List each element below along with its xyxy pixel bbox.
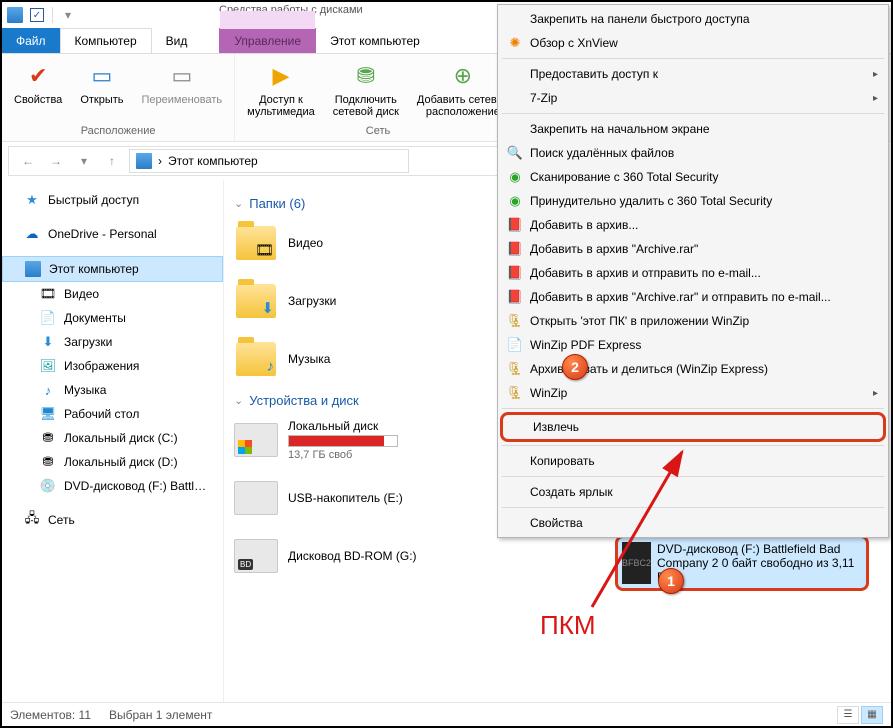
sidebar-dvd[interactable]: 💿DVD-дисковод (F:) Battlefield Bad Compa… bbox=[2, 474, 223, 498]
nav-back-icon[interactable]: ← bbox=[17, 150, 39, 172]
ctx-share[interactable]: Предоставить доступ к bbox=[500, 62, 886, 86]
ribbon-rename[interactable]: ▭Переименовать bbox=[138, 58, 227, 123]
system-icon[interactable] bbox=[6, 6, 24, 24]
sidebar-quickaccess[interactable]: ★Быстрый доступ bbox=[2, 188, 223, 212]
ribbon-group-label: Расположение bbox=[81, 125, 156, 137]
ctx-winzip-open[interactable]: 🗜Открыть 'этот ПК' в приложении WinZip bbox=[500, 309, 886, 333]
ctx-7zip[interactable]: 7-Zip bbox=[500, 86, 886, 110]
disc-icon: 💿 bbox=[40, 478, 56, 494]
nav-fwd-icon[interactable]: → bbox=[45, 150, 67, 172]
star-icon: ★ bbox=[24, 192, 40, 208]
winzip-icon: 🗜 bbox=[506, 312, 524, 330]
status-bar: Элементов: 11 Выбран 1 элемент ☰ ▦ bbox=[2, 702, 891, 726]
annotation-label: ПКМ bbox=[540, 610, 596, 641]
view-icons-icon[interactable]: ▦ bbox=[861, 706, 883, 724]
search-icon: 🔍 bbox=[506, 144, 524, 162]
checkmark-icon: ✔ bbox=[22, 60, 54, 92]
ctx-winzip-pdf[interactable]: 📄WinZip PDF Express bbox=[500, 333, 886, 357]
tab-file[interactable]: Файл bbox=[2, 28, 60, 53]
ribbon-group-label: Сеть bbox=[366, 125, 390, 137]
qat-dropdown-icon[interactable]: ▾ bbox=[59, 6, 77, 24]
sidebar-onedrive[interactable]: ☁OneDrive - Personal bbox=[2, 222, 223, 246]
winrar-icon: 📕 bbox=[506, 288, 524, 306]
sidebar-music[interactable]: ♪Музыка bbox=[2, 378, 223, 402]
sidebar-desktop[interactable]: 🖥Рабочий стол bbox=[2, 402, 223, 426]
winrar-icon: 📕 bbox=[506, 240, 524, 258]
rename-icon: ▭ bbox=[166, 60, 198, 92]
ribbon-group-network: ▶Доступ к мультимедиа ⛃Подключить сетево… bbox=[235, 54, 522, 141]
breadcrumb-label: Этот компьютер bbox=[168, 154, 258, 168]
ctx-rar-email2[interactable]: 📕Добавить в архив "Archive.rar" и отправ… bbox=[500, 285, 886, 309]
tab-view[interactable]: Вид bbox=[152, 28, 202, 53]
ctx-winzip-express[interactable]: 🗜Архивировать и делиться (WinZip Express… bbox=[500, 357, 886, 381]
sidebar-cdrive[interactable]: ⛃Локальный диск (C:) bbox=[2, 426, 223, 450]
annotation-badge-1: 1 bbox=[658, 568, 684, 594]
network-icon: 🖧 bbox=[24, 512, 40, 528]
window-title: Этот компьютер bbox=[316, 28, 434, 53]
status-count: Элементов: 11 bbox=[10, 708, 91, 722]
annotation-badge-2: 2 bbox=[562, 354, 588, 380]
qat-checkbox[interactable]: ✓ bbox=[28, 6, 46, 24]
desktop-icon: 🖥 bbox=[40, 406, 56, 422]
winzip-icon: 🗜 bbox=[506, 384, 524, 402]
netdrive-icon: ⛃ bbox=[350, 60, 382, 92]
winrar-icon: 📕 bbox=[506, 216, 524, 234]
breadcrumb[interactable]: › Этот компьютер bbox=[129, 149, 409, 173]
ctx-pin-quickaccess[interactable]: Закрепить на панели быстрого доступа bbox=[500, 7, 886, 31]
windows-icon bbox=[238, 440, 252, 454]
music-icon: ♪ bbox=[40, 382, 56, 398]
sidebar-ddrive[interactable]: ⛃Локальный диск (D:) bbox=[2, 450, 223, 474]
sidebar-network[interactable]: 🖧Сеть bbox=[2, 508, 223, 532]
pc-icon bbox=[25, 261, 41, 277]
ctx-rar-add[interactable]: 📕Добавить в архив... bbox=[500, 213, 886, 237]
view-details-icon[interactable]: ☰ bbox=[837, 706, 859, 724]
ctx-scan-360[interactable]: ◉Сканирование с 360 Total Security bbox=[500, 165, 886, 189]
media-icon: ▶ bbox=[265, 60, 297, 92]
status-selected: Выбран 1 элемент bbox=[109, 708, 212, 722]
sidebar-thispc[interactable]: Этот компьютер bbox=[2, 256, 223, 282]
xnview-icon: ✺ bbox=[506, 34, 524, 52]
sidebar-video[interactable]: 🎞Видео bbox=[2, 282, 223, 306]
ctx-pin-start[interactable]: Закрепить на начальном экране bbox=[500, 117, 886, 141]
nav-up-icon[interactable]: ↑ bbox=[101, 150, 123, 172]
sidebar-pictures[interactable]: 🖼Изображения bbox=[2, 354, 223, 378]
chevron-down-icon[interactable]: ▾ bbox=[73, 150, 95, 172]
annotation-arrow bbox=[552, 432, 712, 612]
download-icon: ⬇ bbox=[40, 334, 56, 350]
drive-icon: ⛃ bbox=[40, 454, 56, 470]
ctx-rar-email[interactable]: 📕Добавить в архив и отправить по e-mail.… bbox=[500, 261, 886, 285]
tab-computer[interactable]: Компьютер bbox=[60, 28, 152, 53]
drive-icon: ⛃ bbox=[40, 430, 56, 446]
ctx-forcedelete-360[interactable]: ◉Принудительно удалить с 360 Total Secur… bbox=[500, 189, 886, 213]
ribbon-media[interactable]: ▶Доступ к мультимедиа bbox=[243, 58, 319, 123]
sidebar-downloads[interactable]: ⬇Загрузки bbox=[2, 330, 223, 354]
ribbon-group-location: ✔Свойства ▭Открыть ▭Переименовать Распол… bbox=[2, 54, 235, 141]
ctx-xnview[interactable]: ✺Обзор с XnView bbox=[500, 31, 886, 55]
pictures-icon: 🖼 bbox=[40, 358, 56, 374]
open-icon: ▭ bbox=[86, 60, 118, 92]
addnet-icon: ⊕ bbox=[447, 60, 479, 92]
document-icon: 📄 bbox=[40, 310, 56, 326]
shield-icon: ◉ bbox=[506, 168, 524, 186]
ribbon-properties[interactable]: ✔Свойства bbox=[10, 58, 66, 123]
winrar-icon: 📕 bbox=[506, 264, 524, 282]
sidebar-docs[interactable]: 📄Документы bbox=[2, 306, 223, 330]
winzip-icon: 🗜 bbox=[506, 360, 524, 378]
tab-manage[interactable]: Управление bbox=[219, 28, 316, 53]
shield-icon: ◉ bbox=[506, 192, 524, 210]
ctx-find-deleted[interactable]: 🔍Поиск удалённых файлов bbox=[500, 141, 886, 165]
ctx-rar-addname[interactable]: 📕Добавить в архив "Archive.rar" bbox=[500, 237, 886, 261]
pc-icon bbox=[136, 153, 152, 169]
video-icon: 🎞 bbox=[40, 286, 56, 302]
pdf-icon: 📄 bbox=[506, 336, 524, 354]
ctx-winzip[interactable]: 🗜WinZip bbox=[500, 381, 886, 405]
cloud-icon: ☁ bbox=[24, 226, 40, 242]
ribbon-open[interactable]: ▭Открыть bbox=[76, 58, 127, 123]
nav-pane: ★Быстрый доступ ☁OneDrive - Personal Это… bbox=[2, 180, 224, 702]
ribbon-map-drive[interactable]: ⛃Подключить сетевой диск bbox=[329, 58, 403, 123]
